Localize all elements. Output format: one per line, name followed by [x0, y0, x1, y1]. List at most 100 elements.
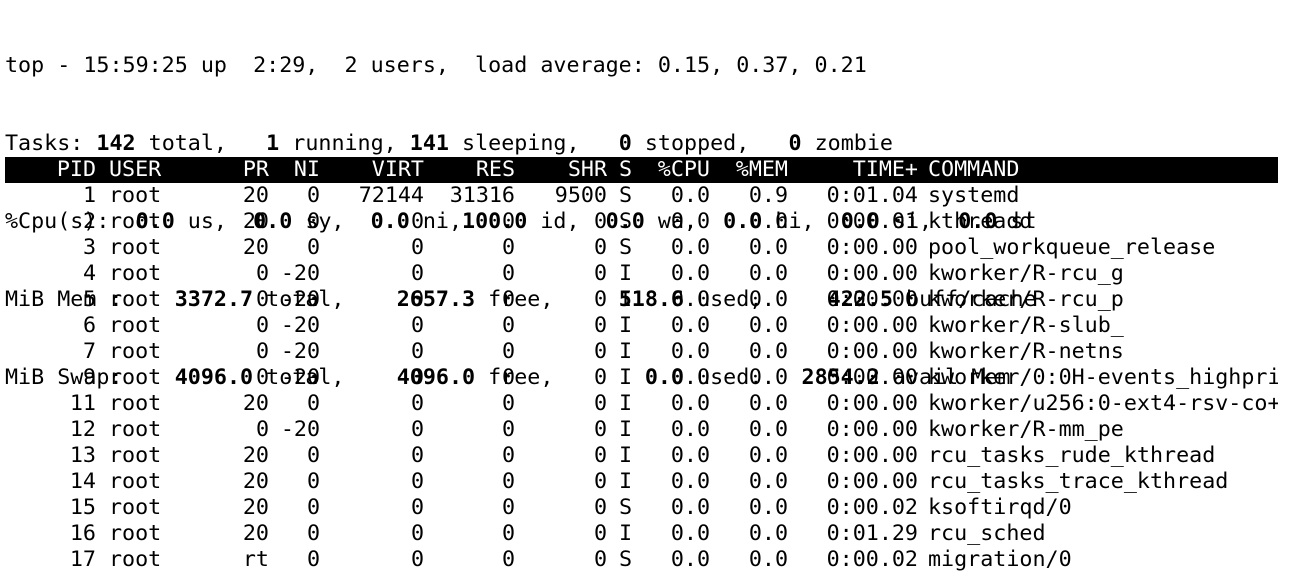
process-user: root — [109, 469, 162, 494]
process-state: I — [619, 469, 633, 494]
column-header-command[interactable]: COMMAND — [928, 157, 1278, 183]
process-res: 0 — [501, 521, 515, 546]
process-row[interactable]: 7 root 0 -20 0 0 0 I 0.0 0.0 0:00.00 kworker/R-netn… — [5, 339, 1278, 365]
process-user: root — [109, 183, 162, 208]
process-row[interactable]: 13 root 20 0 0 0 0 I 0.0 0.0 0:00.00 rcu_tasks_rude… — [5, 443, 1278, 469]
process-virt: 0 — [410, 209, 424, 234]
process-cpu: 0.0 — [670, 547, 710, 572]
process-row[interactable]: 2 root 20 0 0 0 0 S 0.0 0.0 0:00.01 kthreadd — [5, 209, 1278, 235]
process-virt: 0 — [410, 235, 424, 260]
column-header-res[interactable]: RES — [424, 157, 515, 183]
tasks-zombie-label: zombie — [801, 131, 893, 156]
process-cpu: 0.0 — [670, 495, 710, 520]
process-nice: 0 — [306, 235, 320, 260]
process-row[interactable]: 1 root 20 0 72144 31316 9500 S 0.0 0.9 0:01.04 syst… — [5, 183, 1278, 209]
process-shr: 0 — [593, 209, 607, 234]
process-cpu: 0.0 — [670, 417, 710, 442]
tasks-line: Tasks: 142 total, 1 running, 141 sleepin… — [5, 131, 1037, 157]
column-header-mem[interactable]: %MEM — [710, 157, 788, 183]
process-mem: 0.0 — [748, 287, 788, 312]
process-pid: 6 — [82, 313, 96, 338]
process-nice: -20 — [280, 365, 320, 390]
column-header-cpu[interactable]: %CPU — [632, 157, 710, 183]
process-virt: 0 — [410, 495, 424, 520]
process-virt: 0 — [410, 391, 424, 416]
process-virt: 72144 — [358, 183, 424, 208]
process-mem: 0.0 — [748, 261, 788, 286]
process-res: 0 — [501, 443, 515, 468]
process-state: S — [619, 495, 633, 520]
process-nice: -20 — [280, 287, 320, 312]
process-priority: 20 — [242, 209, 269, 234]
process-cpu: 0.0 — [670, 183, 710, 208]
process-row[interactable]: 15 root 20 0 0 0 0 S 0.0 0.0 0:00.02 ksoftirqd/0 — [5, 495, 1278, 521]
process-pid: 3 — [82, 235, 96, 260]
process-row[interactable]: 3 root 20 0 0 0 0 S 0.0 0.0 0:00.00 pool_workqueue_… — [5, 235, 1278, 261]
process-pid: 11 — [69, 391, 96, 416]
process-command: systemd — [928, 183, 1020, 208]
process-state: S — [619, 209, 633, 234]
process-priority: 0 — [255, 417, 269, 442]
process-cpu: 0.0 — [670, 365, 710, 390]
process-mem: 0.0 — [748, 235, 788, 260]
process-command: rcu_tasks_rude_kthread — [928, 443, 1216, 468]
column-header-time[interactable]: TIME+ — [788, 157, 918, 183]
column-header-shr[interactable]: SHR — [515, 157, 607, 183]
process-virt: 0 — [410, 261, 424, 286]
column-header-virt[interactable]: VIRT — [320, 157, 424, 183]
tasks-prefix: Tasks: — [5, 131, 97, 156]
process-row[interactable]: 11 root 20 0 0 0 0 I 0.0 0.0 0:00.00 kworker/u256:0… — [5, 391, 1278, 417]
process-state: I — [619, 261, 633, 286]
column-header-pr[interactable]: PR — [213, 157, 269, 183]
process-time: 0:00.00 — [826, 469, 918, 494]
process-mem: 0.0 — [748, 365, 788, 390]
process-res: 0 — [501, 417, 515, 442]
process-shr: 0 — [593, 235, 607, 260]
process-row[interactable]: 9 root 0 -20 0 0 0 I 0.0 0.0 0:00.00 kworker/0:0H-e… — [5, 365, 1278, 391]
process-state: I — [619, 287, 633, 312]
column-header-pid[interactable]: PID — [5, 157, 96, 183]
process-res: 0 — [501, 261, 515, 286]
process-shr: 0 — [593, 261, 607, 286]
column-header-user[interactable]: USER — [109, 157, 229, 183]
process-state: I — [619, 365, 633, 390]
process-row[interactable]: 5 root 0 -20 0 0 0 I 0.0 0.0 0:00.00 kworker/R-rcu_… — [5, 287, 1278, 313]
process-res: 0 — [501, 495, 515, 520]
process-state: I — [619, 391, 633, 416]
process-shr: 0 — [593, 495, 607, 520]
process-command: kworker/R-rcu_p — [928, 287, 1124, 312]
process-table-body: 1 root 20 0 72144 31316 9500 S 0.0 0.9 0:01.04 syst… — [5, 183, 1278, 573]
process-command: kworker/R-rcu_g — [928, 261, 1124, 286]
process-command: rcu_sched — [928, 521, 1046, 546]
process-priority: 0 — [255, 287, 269, 312]
process-user: root — [109, 235, 162, 260]
process-user: root — [109, 495, 162, 520]
process-mem: 0.0 — [748, 443, 788, 468]
process-priority: rt — [242, 547, 269, 572]
process-shr: 0 — [593, 339, 607, 364]
process-pid: 16 — [69, 521, 96, 546]
process-row[interactable]: 17 root rt 0 0 0 0 S 0.0 0.0 0:00.02 migration/0 — [5, 547, 1278, 573]
process-priority: 0 — [255, 313, 269, 338]
process-cpu: 0.0 — [670, 391, 710, 416]
process-mem: 0.0 — [748, 417, 788, 442]
column-header-ni[interactable]: NI — [269, 157, 320, 183]
process-nice: 0 — [306, 521, 320, 546]
process-state: I — [619, 443, 633, 468]
process-time: 0:00.00 — [826, 313, 918, 338]
process-row[interactable]: 16 root 20 0 0 0 0 I 0.0 0.0 0:01.29 rcu_sched — [5, 521, 1278, 547]
process-nice: -20 — [280, 261, 320, 286]
process-row[interactable]: 6 root 0 -20 0 0 0 I 0.0 0.0 0:00.00 kworker/R-slub… — [5, 313, 1278, 339]
process-nice: 0 — [306, 391, 320, 416]
process-priority: 20 — [242, 183, 269, 208]
process-user: root — [109, 209, 162, 234]
process-res: 0 — [501, 469, 515, 494]
process-mem: 0.0 — [748, 313, 788, 338]
process-time: 0:00.00 — [826, 443, 918, 468]
process-row[interactable]: 12 root 0 -20 0 0 0 I 0.0 0.0 0:00.00 kworker/R-mm_… — [5, 417, 1278, 443]
process-mem: 0.0 — [748, 495, 788, 520]
column-header-state[interactable]: S — [619, 157, 633, 183]
process-row[interactable]: 4 root 0 -20 0 0 0 I 0.0 0.0 0:00.00 kworker/R-rcu_… — [5, 261, 1278, 287]
process-row[interactable]: 14 root 20 0 0 0 0 I 0.0 0.0 0:00.00 rcu_tasks_trac… — [5, 469, 1278, 495]
process-priority: 0 — [255, 365, 269, 390]
